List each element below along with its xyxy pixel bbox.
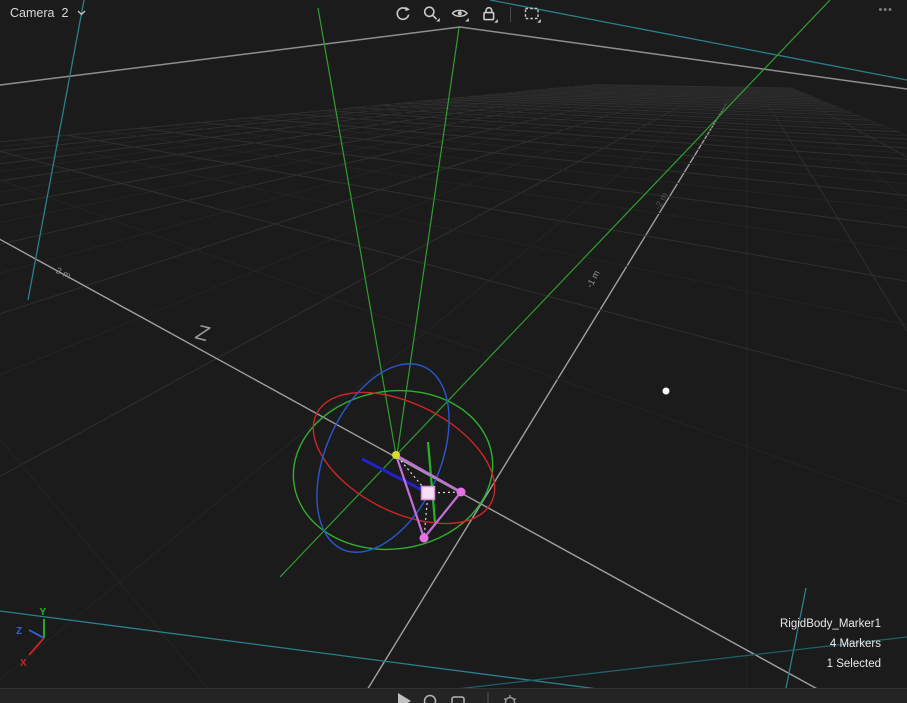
selected-marker[interactable]	[422, 487, 435, 500]
grid-line	[780, 88, 907, 703]
camera-selector[interactable]: Camera 2	[10, 6, 86, 20]
clip-icon[interactable]	[452, 697, 464, 703]
lock-icon[interactable]	[478, 3, 500, 25]
grid-line	[0, 86, 678, 555]
grid-axis-line	[0, 156, 907, 703]
visibility-icon[interactable]	[449, 3, 471, 25]
camera-selector-label: Camera	[10, 6, 54, 20]
orientation-triad: Y Z X	[8, 598, 98, 688]
viewport-topbar: Camera 2	[0, 0, 907, 28]
marker[interactable]	[457, 488, 466, 497]
grid-line	[141, 128, 907, 270]
grid-line	[740, 87, 747, 703]
record-circle-icon[interactable]	[425, 696, 436, 703]
grid-line	[0, 87, 716, 703]
play-cursor-icon[interactable]	[398, 693, 411, 703]
grid-line	[23, 140, 907, 526]
camera-selector-number: 2	[61, 6, 68, 20]
grid-line	[791, 88, 907, 703]
marker[interactable]	[420, 534, 429, 543]
triad-y-label: Y	[40, 607, 47, 618]
pivot-marker[interactable]	[392, 451, 400, 459]
tracking-rays	[280, 0, 830, 577]
grid-line	[758, 88, 907, 703]
rigidbody-z-axis	[362, 459, 426, 492]
settings-gear-icon[interactable]	[504, 695, 516, 703]
chevron-down-icon	[77, 10, 86, 16]
marker-count: 4 Markers	[780, 634, 881, 654]
triad-x-axis	[29, 638, 44, 655]
viewport-toolbar	[391, 3, 543, 25]
grid-line	[0, 87, 726, 703]
grid-line	[106, 132, 907, 317]
tracking-ray	[280, 0, 830, 577]
viewport-window: Z 2 m -1 m -2 m Camera 2	[0, 0, 907, 703]
grid-line	[769, 88, 907, 703]
grid-line	[0, 150, 907, 703]
rotate-view-icon[interactable]	[391, 3, 413, 25]
toolbar-separator	[510, 7, 511, 22]
zoom-icon[interactable]	[420, 3, 442, 25]
selection-info: RigidBody_Marker1 4 Markers 1 Selected	[780, 614, 881, 674]
unselected-marker[interactable]	[663, 388, 670, 395]
rigidbody-name: RigidBody_Marker1	[780, 614, 881, 634]
gizmo-ring-x[interactable]	[292, 365, 516, 550]
triad-z-axis	[29, 630, 44, 638]
transport-bar	[0, 688, 907, 703]
more-options-icon[interactable]: •••	[878, 4, 893, 16]
gizmo-ring-y[interactable]	[283, 378, 503, 562]
selected-count: 1 Selected	[780, 654, 881, 674]
grid-line	[0, 164, 907, 703]
triad-z-label: Z	[16, 626, 22, 637]
marquee-select-icon[interactable]	[521, 3, 543, 25]
ground-grid	[0, 85, 907, 703]
grid-line	[0, 85, 625, 250]
triad-x-label: X	[20, 658, 27, 669]
viewport-3d[interactable]	[0, 0, 907, 703]
